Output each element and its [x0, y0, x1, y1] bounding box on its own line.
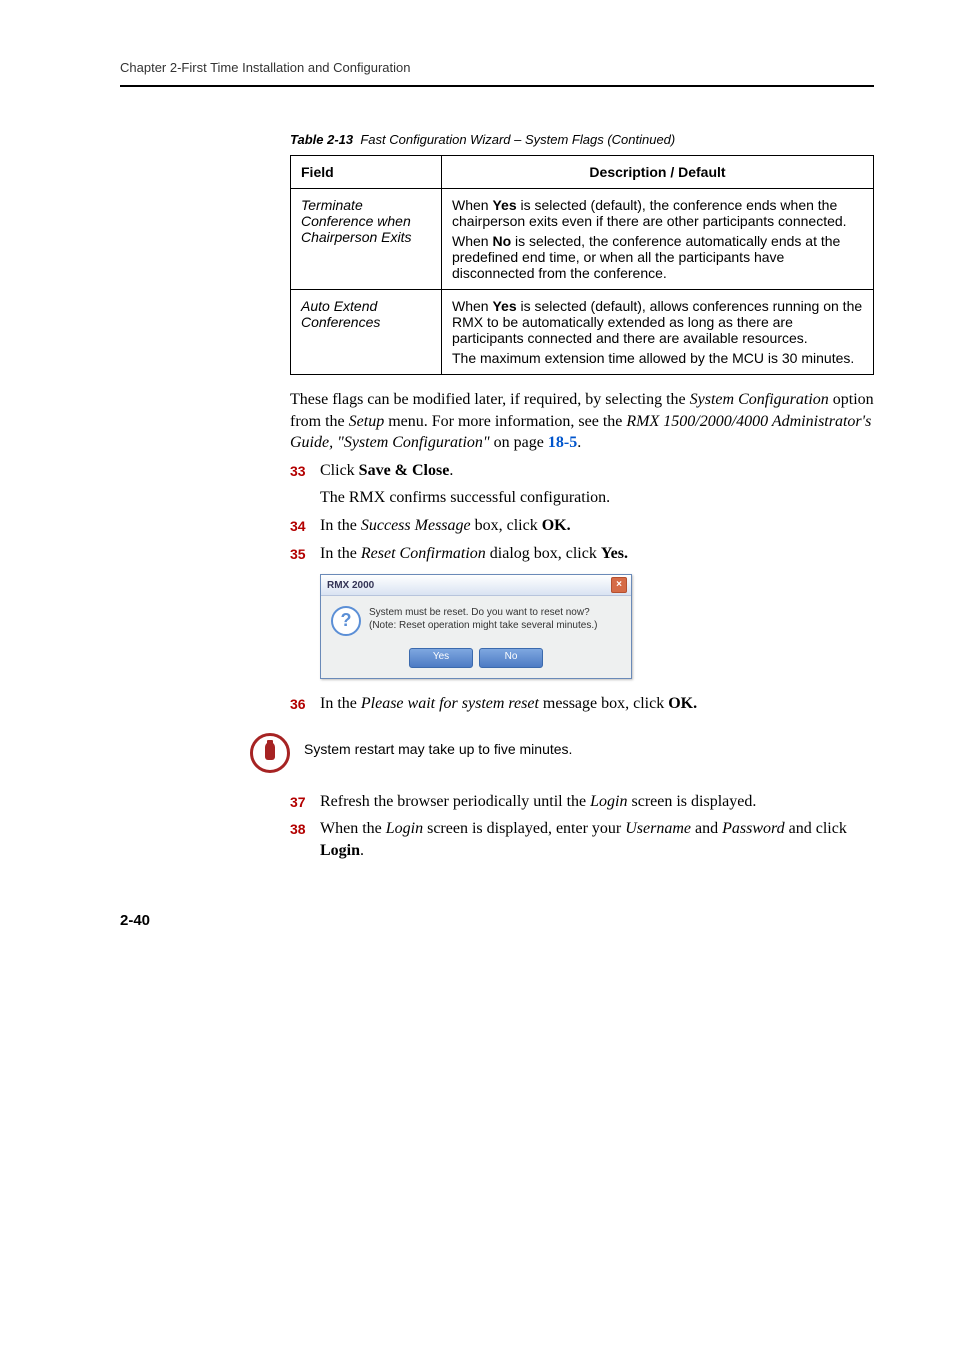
txt: The maximum extension time allowed by th…: [452, 350, 854, 366]
table-caption-label: Table 2-13: [290, 132, 353, 147]
txt: Click: [320, 462, 359, 479]
txt: on page: [490, 434, 548, 451]
txt-ital: Login: [590, 793, 627, 810]
txt: In the: [320, 517, 361, 534]
txt: screen is displayed, enter your: [423, 820, 625, 837]
step-number: 34: [290, 515, 320, 537]
step-number: 37: [290, 791, 320, 813]
txt-ital: Username: [625, 820, 691, 837]
step-number: 33: [290, 460, 320, 482]
th-field: Field: [291, 156, 442, 189]
txt-ital: Reset Confirmation: [361, 545, 486, 562]
step-38: 38 When the Login screen is displayed, e…: [290, 818, 874, 861]
flags-note-paragraph: These flags can be modified later, if re…: [290, 389, 874, 454]
txt-bold: No: [492, 233, 511, 249]
step-37: 37 Refresh the browser periodically unti…: [290, 791, 874, 813]
step-33-sub: The RMX confirms successful configuratio…: [320, 487, 874, 509]
txt-bold: Save & Close: [359, 462, 450, 479]
txt: .: [449, 462, 453, 479]
txt: message box, click: [539, 695, 668, 712]
header-rule: [120, 85, 874, 87]
step-number: 36: [290, 693, 320, 715]
desc-terminate: When Yes is selected (default), the conf…: [442, 189, 874, 290]
step-36: 36 In the Please wait for system reset m…: [290, 693, 874, 715]
info-icon: [250, 733, 290, 773]
close-icon[interactable]: ×: [611, 577, 627, 593]
txt-ital: Setup: [349, 413, 385, 430]
dialog-title: RMX 2000: [327, 580, 374, 591]
txt: .: [577, 434, 581, 451]
txt: box, click: [471, 517, 542, 534]
txt-bold: Yes: [492, 197, 516, 213]
step-33: 33 Click Save & Close.: [290, 460, 874, 482]
txt-bold: Yes: [492, 298, 516, 314]
txt: screen is displayed.: [627, 793, 756, 810]
note-text: System restart may take up to five minut…: [304, 733, 572, 757]
txt: When the: [320, 820, 386, 837]
txt: and: [691, 820, 722, 837]
txt-ital: Success Message: [361, 517, 471, 534]
txt-bold: Yes.: [601, 545, 628, 562]
table-caption-text: Fast Configuration Wizard – System Flags…: [360, 132, 675, 147]
txt: System must be reset. Do you want to res…: [369, 606, 597, 619]
step-number: 35: [290, 543, 320, 565]
txt-ital: Password: [722, 820, 785, 837]
txt: When: [452, 298, 492, 314]
table-caption: Table 2-13 Fast Configuration Wizard – S…: [290, 132, 874, 147]
txt: When: [452, 233, 492, 249]
txt: dialog box, click: [486, 545, 601, 562]
field-terminate: Terminate Conference when Chairperson Ex…: [291, 189, 442, 290]
page-number: 2-40: [120, 912, 874, 929]
txt: Refresh the browser periodically until t…: [320, 793, 590, 810]
dialog-titlebar: RMX 2000 ×: [321, 575, 631, 596]
step-34: 34 In the Success Message box, click OK.: [290, 515, 874, 537]
txt: menu. For more information, see the: [384, 413, 626, 430]
txt-bold: OK.: [542, 517, 571, 534]
note-callout: System restart may take up to five minut…: [250, 733, 874, 773]
reset-dialog: RMX 2000 × ? System must be reset. Do yo…: [320, 574, 632, 679]
txt: .: [360, 842, 364, 859]
field-autoextend: Auto Extend Conferences: [291, 290, 442, 375]
page-link[interactable]: 18-5: [548, 434, 577, 451]
txt: (Note: Reset operation might take severa…: [369, 619, 597, 632]
question-icon: ?: [331, 606, 361, 636]
running-header: Chapter 2-First Time Installation and Co…: [120, 60, 874, 75]
step-35: 35 In the Reset Confirmation dialog box,…: [290, 543, 874, 565]
system-flags-table: Field Description / Default Terminate Co…: [290, 155, 874, 375]
txt: In the: [320, 695, 361, 712]
txt-ital: Please wait for system reset: [361, 695, 539, 712]
txt: and click: [785, 820, 847, 837]
dialog-message: System must be reset. Do you want to res…: [369, 606, 597, 636]
txt-bold: OK.: [668, 695, 697, 712]
th-description: Description / Default: [442, 156, 874, 189]
no-button[interactable]: No: [479, 648, 543, 668]
txt-ital: Login: [386, 820, 423, 837]
txt: When: [452, 197, 492, 213]
txt-bold: Login: [320, 842, 360, 859]
yes-button[interactable]: Yes: [409, 648, 473, 668]
txt-ital: System Configuration: [690, 391, 829, 408]
table-row: Auto Extend Conferences When Yes is sele…: [291, 290, 874, 375]
txt: is selected, the conference automaticall…: [452, 233, 840, 281]
txt: These flags can be modified later, if re…: [290, 391, 690, 408]
txt: In the: [320, 545, 361, 562]
table-row: Terminate Conference when Chairperson Ex…: [291, 189, 874, 290]
desc-autoextend: When Yes is selected (default), allows c…: [442, 290, 874, 375]
step-number: 38: [290, 818, 320, 861]
